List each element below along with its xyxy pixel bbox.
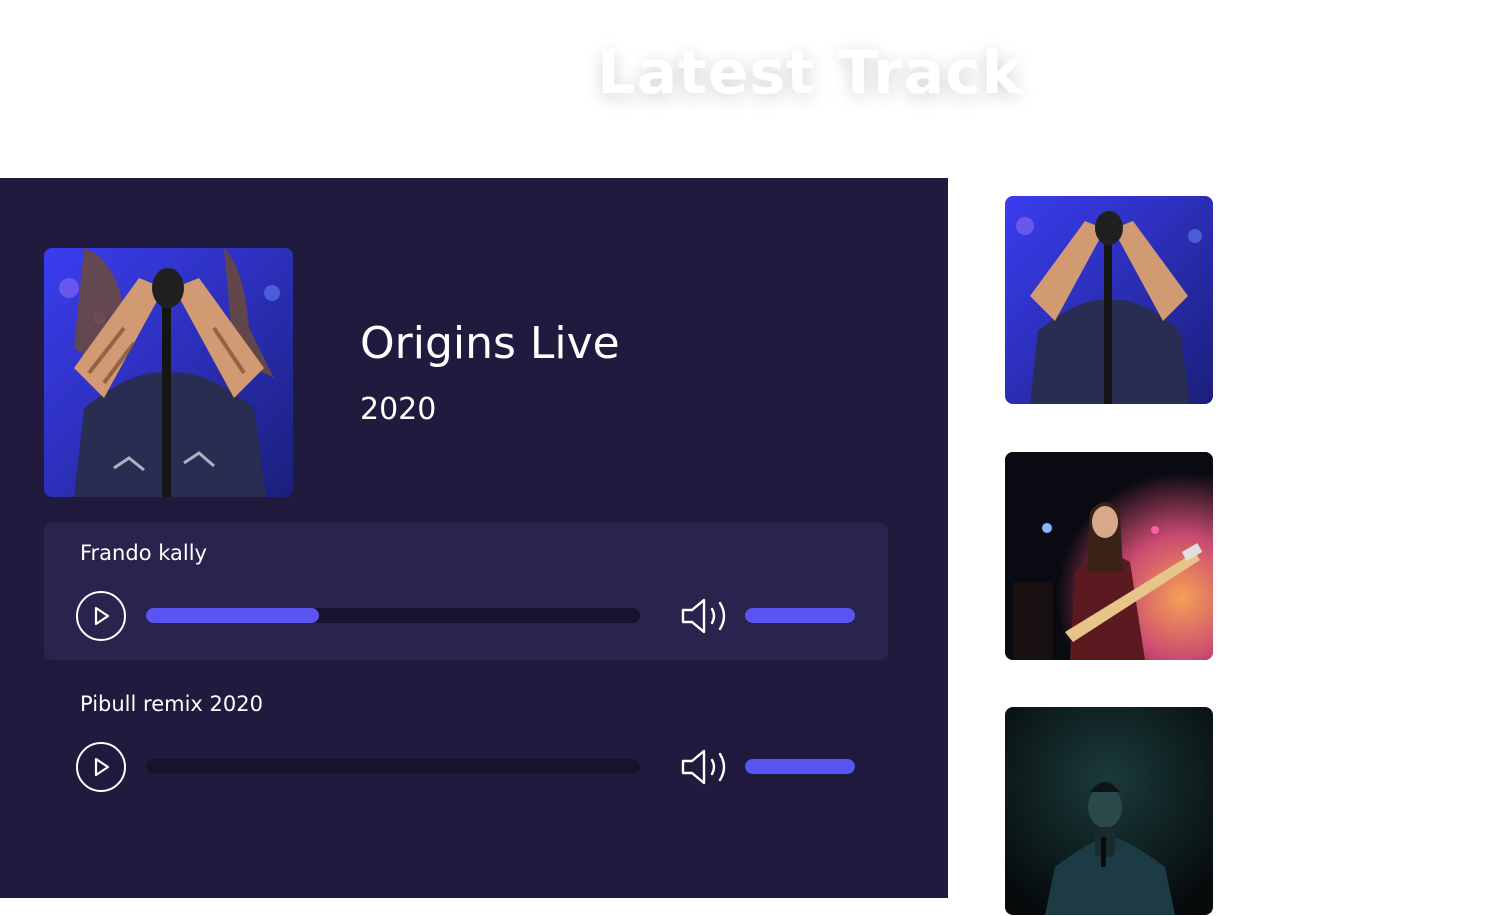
thumbnail-image <box>1005 196 1213 404</box>
playlist-thumbnail-2[interactable] <box>1005 452 1213 660</box>
progress-fill <box>146 608 319 623</box>
play-button[interactable] <box>76 591 126 641</box>
volume-slider[interactable] <box>745 759 855 774</box>
album-cover-image <box>44 248 293 497</box>
volume-slider[interactable] <box>745 608 855 623</box>
album-title: Origins Live <box>360 318 620 369</box>
progress-bar[interactable] <box>146 608 640 623</box>
section-title: Latest Track <box>597 38 1023 108</box>
volume-fill <box>745 759 855 774</box>
track-row-1[interactable]: Frando kally <box>44 523 888 660</box>
track-name: Frando kally <box>80 541 207 565</box>
track-row-2[interactable]: Pibull remix 2020 <box>44 674 888 811</box>
progress-bar[interactable] <box>146 759 640 774</box>
track-name: Pibull remix 2020 <box>80 692 263 716</box>
playlist-thumbnail-1[interactable] <box>1005 196 1213 404</box>
player-panel: Origins Live 2020 Frando kally Pibull re… <box>0 178 948 898</box>
play-icon <box>94 757 110 777</box>
play-icon <box>94 606 110 626</box>
thumbnail-image <box>1005 707 1213 915</box>
album-year: 2020 <box>360 392 437 427</box>
playlist-thumbnail-3[interactable] <box>1005 707 1213 915</box>
volume-icon[interactable] <box>680 748 732 786</box>
volume-fill <box>745 608 855 623</box>
thumbnail-image <box>1005 452 1213 660</box>
album-cover <box>44 248 293 497</box>
volume-icon[interactable] <box>680 597 732 635</box>
latest-track-section: Latest Track Origins Live 2020 Frando ka… <box>0 0 1495 916</box>
play-button[interactable] <box>76 742 126 792</box>
